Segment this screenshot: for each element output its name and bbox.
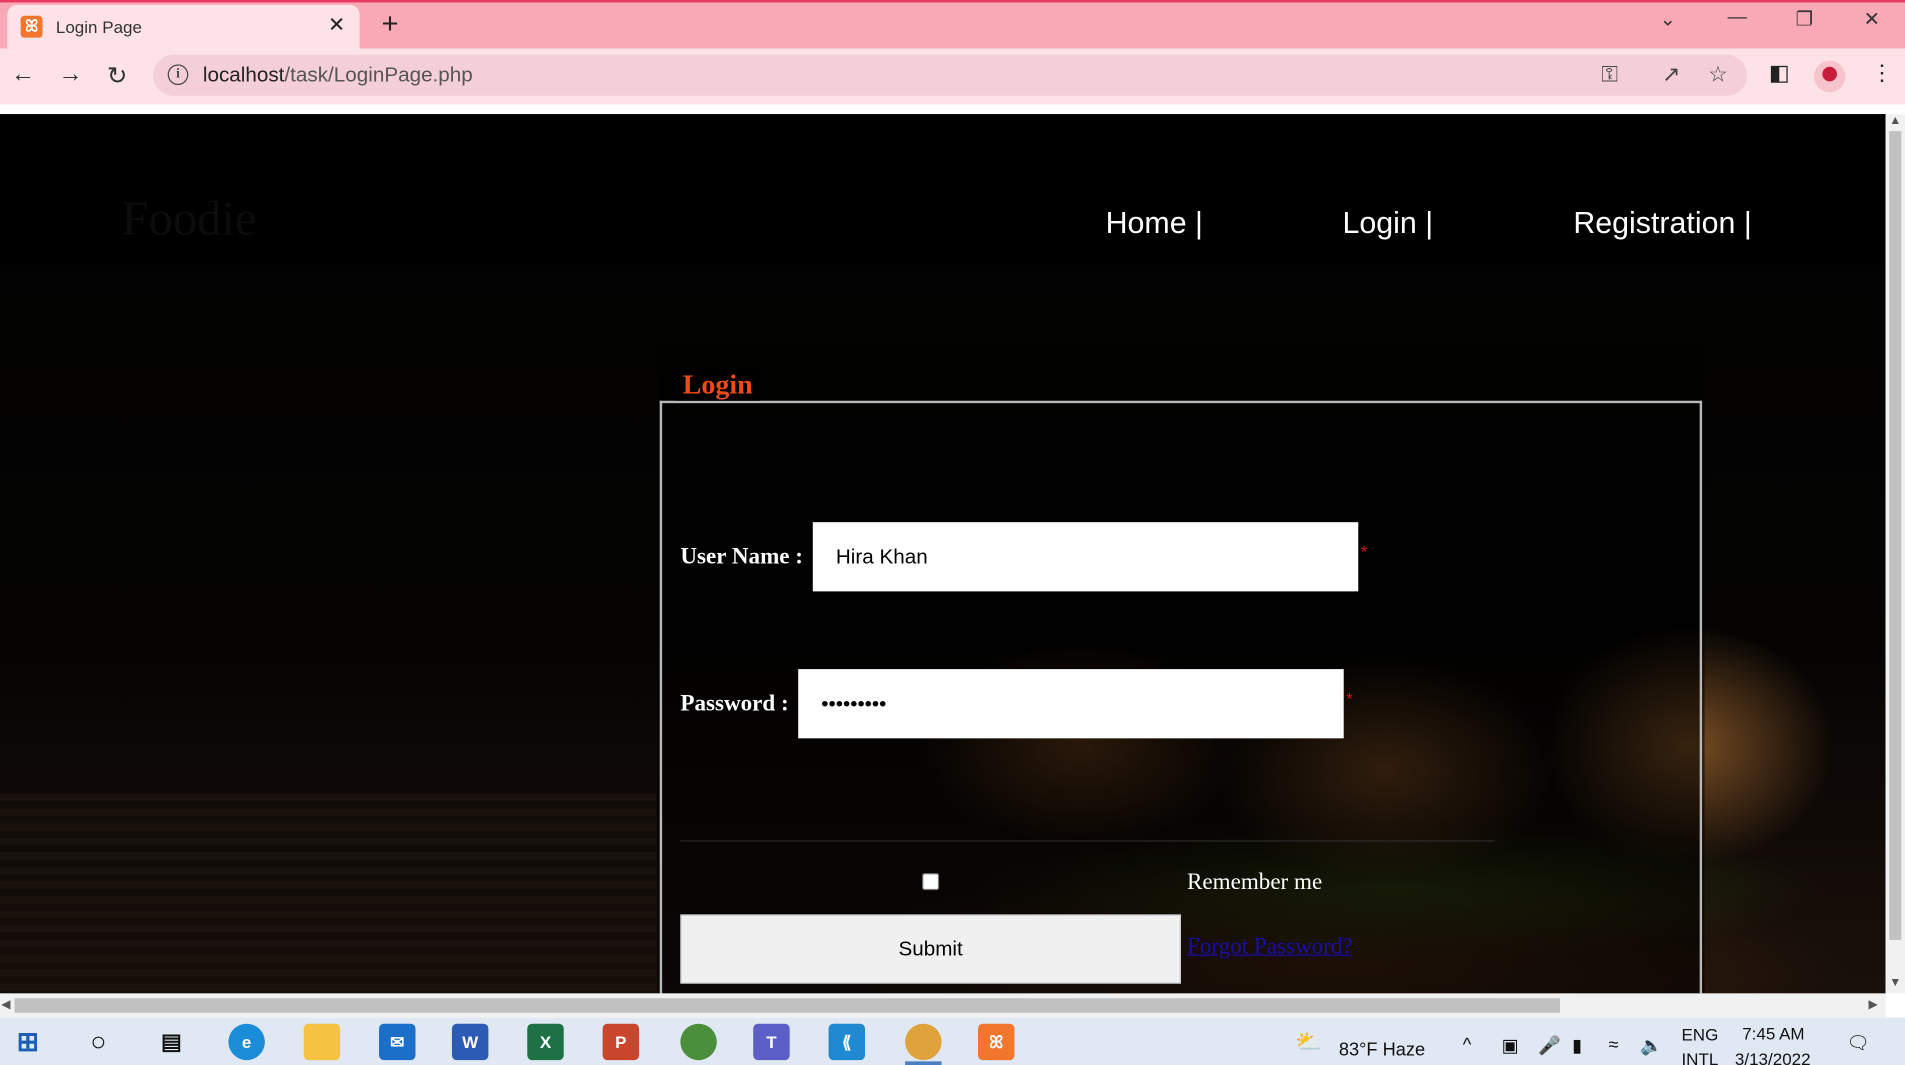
clock-date[interactable]: 3/13/2022 bbox=[1735, 1049, 1811, 1065]
wood-table-texture bbox=[0, 794, 657, 994]
side-panel-icon[interactable]: ◧ bbox=[1769, 61, 1790, 87]
battery-icon[interactable]: ▮ bbox=[1572, 1035, 1582, 1057]
close-window-button[interactable]: ✕ bbox=[1864, 7, 1880, 31]
username-required-mark: * bbox=[1360, 541, 1368, 562]
nav-home-link[interactable]: Home | bbox=[1106, 206, 1203, 241]
scroll-up-arrow-icon[interactable]: ▲ bbox=[1889, 114, 1901, 127]
file-explorer-icon[interactable] bbox=[303, 1023, 341, 1061]
keyboard-layout-indicator[interactable]: INTL bbox=[1681, 1049, 1718, 1065]
username-label: User Name : bbox=[680, 544, 804, 570]
scroll-left-arrow-icon[interactable]: ◀ bbox=[1, 998, 10, 1011]
reload-icon[interactable]: ↻ bbox=[107, 61, 127, 91]
xampp-favicon-icon: ꕤ bbox=[20, 15, 43, 38]
weather-sun-icon: ⛅ bbox=[1295, 1029, 1323, 1055]
windows-start-icon[interactable]: ⊞ bbox=[10, 1024, 46, 1060]
address-bar[interactable]: i localhost/task/LoginPage.php ⚿ ↗ ☆ bbox=[153, 54, 1748, 96]
password-input[interactable] bbox=[798, 669, 1344, 739]
word-icon[interactable]: W bbox=[451, 1023, 489, 1061]
tab-title: Login Page bbox=[55, 17, 142, 37]
share-icon[interactable]: ↗ bbox=[1662, 62, 1680, 88]
key-icon[interactable]: ⚿ bbox=[1601, 62, 1618, 88]
chrome-profile-icon[interactable] bbox=[905, 1023, 942, 1061]
password-required-mark: * bbox=[1346, 688, 1353, 708]
vertical-scroll-thumb[interactable] bbox=[1889, 131, 1902, 940]
volume-icon[interactable]: 🔈 bbox=[1640, 1035, 1663, 1057]
profile-avatar[interactable] bbox=[1813, 60, 1846, 93]
windows-taskbar: ⊞ ○ ▤ e ✉ W X P T ⟪ ꕤ ⛅ 83°F Haze ^ ▣ 🎤 … bbox=[0, 1017, 1905, 1065]
tab-close-icon[interactable]: ✕ bbox=[328, 13, 345, 37]
browser-toolbar: ← → ↻ i localhost/task/LoginPage.php ⚿ ↗… bbox=[0, 48, 1905, 105]
powerpoint-icon[interactable]: P bbox=[602, 1023, 640, 1061]
menu-kebab-icon[interactable]: ⋮ bbox=[1871, 61, 1893, 87]
excel-icon[interactable]: X bbox=[527, 1023, 564, 1061]
tray-chevron-icon[interactable]: ^ bbox=[1463, 1035, 1472, 1056]
restore-button[interactable]: ❐ bbox=[1796, 7, 1813, 31]
url-path: /task/LoginPage.php bbox=[284, 63, 473, 87]
url-host: localhost bbox=[202, 63, 285, 87]
edge-icon[interactable]: e bbox=[228, 1023, 265, 1061]
search-circle-icon[interactable]: ○ bbox=[80, 1024, 116, 1060]
login-legend: Login bbox=[676, 369, 759, 401]
chrome-icon[interactable] bbox=[680, 1023, 717, 1061]
back-arrow-icon[interactable]: ← bbox=[11, 61, 35, 89]
remember-me-checkbox[interactable] bbox=[922, 873, 940, 891]
new-tab-button[interactable]: + bbox=[381, 7, 398, 41]
vscode-icon[interactable]: ⟪ bbox=[828, 1023, 866, 1061]
horizontal-scrollbar[interactable]: ◀ ▶ bbox=[0, 993, 1886, 1018]
clock-time[interactable]: 7:45 AM bbox=[1742, 1024, 1804, 1043]
site-header: Foodie Home | Login | Registration | bbox=[0, 114, 1886, 265]
username-input[interactable] bbox=[812, 522, 1359, 592]
scroll-right-arrow-icon[interactable]: ▶ bbox=[1869, 998, 1878, 1011]
teams-icon[interactable]: T bbox=[753, 1023, 790, 1061]
remember-me-label: Remember me bbox=[1186, 869, 1323, 895]
nav-login-link[interactable]: Login | bbox=[1342, 206, 1433, 241]
password-label: Password : bbox=[680, 690, 789, 717]
site-info-icon[interactable]: i bbox=[167, 64, 189, 86]
page-viewport: Foodie Home | Login | Registration | Log… bbox=[0, 114, 1886, 994]
form-divider bbox=[680, 840, 1495, 842]
vertical-scrollbar[interactable]: ▲ ▼ bbox=[1885, 114, 1905, 994]
horizontal-scroll-thumb[interactable] bbox=[14, 998, 1560, 1013]
scroll-down-arrow-icon[interactable]: ▼ bbox=[1889, 976, 1901, 989]
forward-arrow-icon[interactable]: → bbox=[58, 61, 82, 89]
wifi-icon[interactable]: ≈ bbox=[1609, 1035, 1619, 1056]
minimize-button[interactable]: — bbox=[1728, 7, 1747, 29]
bookmark-star-icon[interactable]: ☆ bbox=[1708, 62, 1728, 88]
nav-registration-link[interactable]: Registration | bbox=[1573, 206, 1751, 241]
mail-icon[interactable]: ✉ bbox=[379, 1023, 416, 1061]
language-indicator[interactable]: ENG bbox=[1681, 1025, 1718, 1044]
active-app-indicator bbox=[905, 1061, 942, 1065]
submit-button[interactable]: Submit bbox=[680, 914, 1181, 984]
meet-icon[interactable]: ▣ bbox=[1502, 1035, 1519, 1057]
weather-text[interactable]: 83°F Haze bbox=[1339, 1040, 1425, 1061]
microphone-icon[interactable]: 🎤 bbox=[1538, 1035, 1561, 1057]
forgot-password-link[interactable]: Forgot Password? bbox=[1187, 934, 1353, 961]
tab-search-icon[interactable]: ⌄ bbox=[1660, 7, 1676, 31]
browser-titlebar: ꕤ Login Page ✕ + ⌄ — ❐ ✕ bbox=[0, 0, 1905, 52]
browser-tab[interactable]: ꕤ Login Page ✕ bbox=[7, 4, 360, 52]
notification-icon[interactable]: 🗨 bbox=[1847, 1032, 1870, 1054]
site-logo[interactable]: Foodie bbox=[121, 189, 256, 246]
url-text: localhost/task/LoginPage.php bbox=[203, 63, 473, 87]
task-view-icon[interactable]: ▤ bbox=[153, 1024, 189, 1060]
xampp-icon[interactable]: ꕤ bbox=[978, 1023, 1015, 1061]
